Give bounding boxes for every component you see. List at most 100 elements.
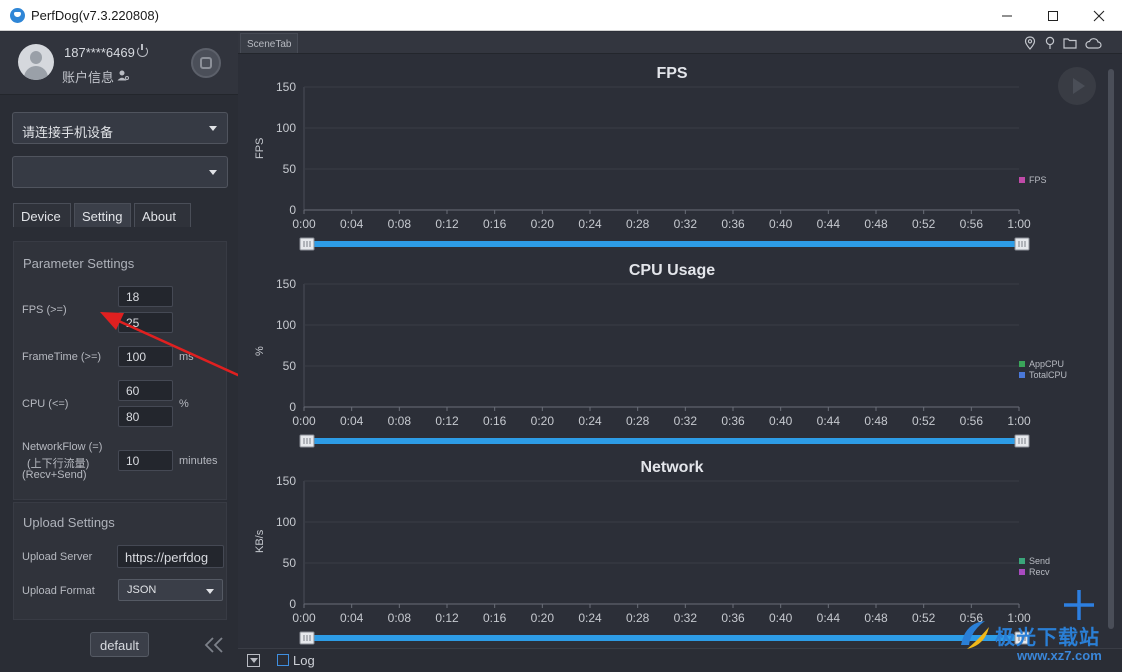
marker-icon[interactable] [1043,36,1057,50]
frametime-label: FrameTime (>=) [22,351,102,363]
scrollbar-thumb[interactable] [1108,69,1114,629]
y-axis-label: FPS [254,137,266,159]
collapse-left-icon[interactable] [203,636,225,654]
x-tick-label: 0:04 [340,217,364,231]
x-tick-label: 0:20 [531,611,555,625]
vertical-scrollbar[interactable] [1106,57,1116,645]
x-tick-label: 0:52 [912,217,936,231]
minimize-icon [1002,15,1012,16]
cpu-threshold-2-input[interactable]: 80 [118,406,173,427]
y-tick-label: 0 [289,597,296,611]
fps-label: FPS (>=) [22,304,67,316]
left-panel: 187****6469 账户信息 请连接手机设备 Device Setting … [0,32,238,672]
log-label: Log [293,653,315,668]
cloud-icon[interactable] [1084,36,1102,50]
chart-legend: AppCPU TotalCPU [1019,359,1067,381]
x-tick-label: 0:52 [912,414,936,428]
x-tick-label: 0:00 [292,414,316,428]
expand-log-button[interactable] [247,654,260,667]
chevron-down-icon [206,589,214,594]
legend-label: Send [1029,556,1051,566]
x-tick-label: 0:28 [626,611,650,625]
chart-legend: Send Recv [1019,556,1050,578]
app-select[interactable] [12,156,228,188]
x-tick-label: 0:12 [435,611,459,625]
tab-scenetab[interactable]: SceneTab [240,33,299,53]
x-tick-label: 0:20 [531,217,555,231]
tab-about[interactable]: About [134,203,191,227]
chart-title: FPS [656,65,688,82]
play-button[interactable] [1058,67,1096,105]
x-tick-label: 0:32 [674,414,698,428]
device-select[interactable]: 请连接手机设备 [12,112,228,144]
x-tick-label: 0:48 [864,611,888,625]
fps-threshold-1-input[interactable]: 18 [118,286,173,307]
x-tick-label: 1:00 [1007,217,1031,231]
upload-format-select[interactable]: JSON [118,579,223,601]
chart-area: 150 100 50 0 0:00 0:04 0:08 0:12 0:16 0:20 0:24 0:2… [238,55,1122,647]
close-button[interactable] [1076,0,1122,31]
cpu-unit: % [179,398,189,410]
cpu-threshold-1-input[interactable]: 60 [118,380,173,401]
x-tick-label: 0:40 [769,414,793,428]
legend-item[interactable]: AppCPU [1019,359,1067,369]
frametime-input[interactable]: 100 [118,346,173,367]
x-tick-label: 0:24 [578,217,602,231]
legend-item[interactable]: TotalCPU [1019,370,1067,380]
legend-item[interactable]: Recv [1019,567,1050,577]
x-tick-label: 0:16 [483,611,507,625]
chart-title: CPU Usage [628,262,716,279]
device-select-value: 请连接手机设备 [22,125,114,140]
x-tick-label: 0:04 [340,611,364,625]
legend-item[interactable]: FPS [1019,175,1047,185]
legend-item[interactable]: Send [1019,556,1050,566]
x-tick-label: 0:24 [578,414,602,428]
upload-settings-title: Upload Settings [23,515,115,530]
x-tick-label: 0:08 [388,414,412,428]
site-watermark: 极光下载站 www.xz7.com [955,615,1115,667]
x-tick-label: 0:24 [578,611,602,625]
upload-settings-panel: Upload Settings Upload Server https://pe… [13,502,227,620]
legend-swatch [1019,177,1025,183]
networkflow-input[interactable]: 10 [118,450,173,471]
upload-format-label: Upload Format [22,585,95,597]
minimize-button[interactable] [984,0,1030,31]
x-tick-label: 0:48 [864,414,888,428]
account-info-link[interactable]: 账户信息 [62,67,114,86]
upload-server-input[interactable]: https://perfdog [117,545,224,568]
x-tick-label: 0:16 [483,414,507,428]
y-tick-label: 100 [276,121,296,135]
watermark-logo-icon [961,621,989,649]
x-tick-label: 0:12 [435,217,459,231]
x-tick-label: 0:44 [817,414,841,428]
y-tick-label: 0 [289,400,296,414]
y-tick-label: 100 [276,515,296,529]
fps-threshold-2-input[interactable]: 25 [118,312,173,333]
x-tick-label: 0:36 [721,611,745,625]
window-title: PerfDog(v7.3.220808) [31,8,159,23]
default-button[interactable]: default [90,632,149,657]
logout-power-icon[interactable] [137,44,148,57]
user-settings-icon[interactable] [117,70,129,81]
location-pin-icon[interactable] [1023,36,1037,50]
x-tick-label: 0:44 [817,611,841,625]
tab-setting[interactable]: Setting [74,203,131,227]
x-tick-label: 0:40 [769,217,793,231]
y-tick-label: 0 [289,203,296,217]
x-tick-label: 0:28 [626,217,650,231]
stop-record-button[interactable] [191,48,221,78]
y-tick-label: 50 [283,359,297,373]
networkflow-unit: minutes [179,455,218,467]
folder-icon[interactable] [1063,36,1077,50]
tab-device[interactable]: Device [13,203,71,227]
upload-server-label: Upload Server [22,551,93,563]
x-tick-label: 0:04 [340,414,364,428]
legend-swatch [1019,569,1025,575]
x-tick-label: 0:28 [626,414,650,428]
upload-format-value: JSON [127,584,157,596]
avatar[interactable] [18,44,54,80]
close-icon [1093,10,1105,21]
x-tick-label: 0:16 [483,217,507,231]
maximize-button[interactable] [1030,0,1076,31]
log-checkbox[interactable] [277,654,289,666]
